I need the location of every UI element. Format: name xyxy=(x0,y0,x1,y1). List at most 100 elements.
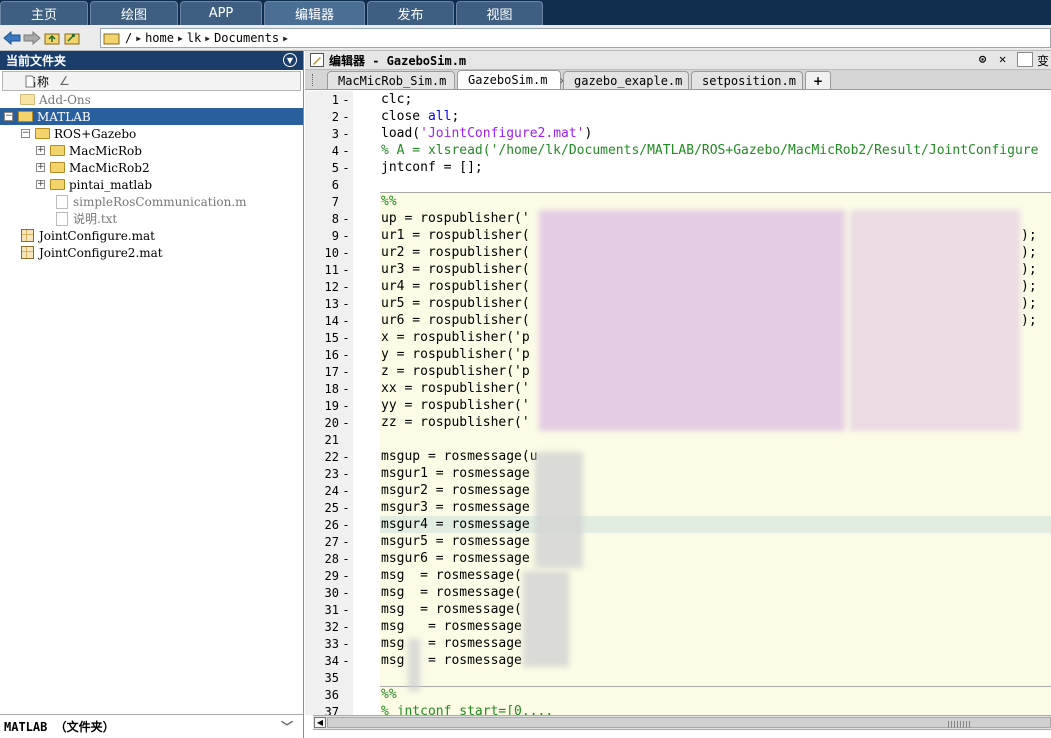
breakpoint-marker[interactable]: - xyxy=(341,348,351,362)
breakpoint-marker[interactable]: - xyxy=(341,484,351,498)
code-line[interactable]: 5- jntconf = []; xyxy=(305,159,1051,176)
editor-tab-macmicrob-sim[interactable]: MacMicRob_Sim.m✕ xyxy=(327,71,465,89)
tree-item-ros-gazebo[interactable]: − ROS+Gazebo xyxy=(0,125,303,142)
code-line[interactable]: 22- msgup = rosmessage(u xyxy=(305,448,1051,465)
breakpoint-marker[interactable]: - xyxy=(341,552,351,566)
breakpoint-marker[interactable]: - xyxy=(341,297,351,311)
tree-item-pintai-matlab[interactable]: + pintai_matlab xyxy=(0,176,303,193)
tree-item-add-ons[interactable]: Add-Ons xyxy=(0,91,303,108)
code-line[interactable]: 29- msg = rosmessage( xyxy=(305,567,1051,584)
breakpoint-marker[interactable]: - xyxy=(341,467,351,481)
breakpoint-marker[interactable]: - xyxy=(341,535,351,549)
details-footer[interactable]: MATLAB （文件夹） ﹀ xyxy=(0,714,303,738)
path-segment-lk[interactable]: lk xyxy=(187,31,201,45)
breakpoint-marker[interactable]: - xyxy=(341,637,351,651)
code-line[interactable]: 30- msg = rosmessage( xyxy=(305,584,1051,601)
breakpoint-marker[interactable]: - xyxy=(341,331,351,345)
tab-publish[interactable]: 发布 xyxy=(367,1,454,25)
code-line[interactable]: 23- msgur1 = rosmessage xyxy=(305,465,1051,482)
breakpoint-marker[interactable]: - xyxy=(341,110,351,124)
tree-item-simpleroscommunication[interactable]: simpleRosCommunication.m xyxy=(0,193,303,210)
variables-tab-label[interactable]: 变 xyxy=(1037,52,1049,69)
up-folder-icon[interactable] xyxy=(42,28,62,48)
close-icon[interactable]: ✕ xyxy=(999,52,1006,66)
tab-apps[interactable]: APP xyxy=(180,1,262,25)
tab-home[interactable]: 主页 xyxy=(0,1,88,25)
breakpoint-marker[interactable]: - xyxy=(341,399,351,413)
breakpoint-marker[interactable]: - xyxy=(341,416,351,430)
forward-arrow-icon[interactable] xyxy=(22,28,42,48)
code-line[interactable]: 31- msg = rosmessage( xyxy=(305,601,1051,618)
scroll-left-icon[interactable]: ◀ xyxy=(314,717,326,728)
breakpoint-marker[interactable]: - xyxy=(341,654,351,668)
scroll-thumb[interactable] xyxy=(327,717,1051,728)
breakpoint-marker[interactable]: - xyxy=(341,280,351,294)
breakpoint-marker[interactable]: - xyxy=(341,246,351,260)
path-segment-root[interactable]: / xyxy=(125,31,132,45)
code-line[interactable]: 26- msgur4 = rosmessage xyxy=(305,516,1051,533)
horizontal-scrollbar[interactable]: ◀ xyxy=(313,715,1051,730)
add-tab-button[interactable]: + xyxy=(805,71,831,89)
collapse-icon[interactable]: − xyxy=(4,112,13,121)
tree-item-readme-txt[interactable]: 说明.txt xyxy=(0,210,303,227)
tab-plots[interactable]: 绘图 xyxy=(90,1,178,25)
breakpoint-marker[interactable]: - xyxy=(341,93,351,107)
tab-view[interactable]: 视图 xyxy=(456,1,543,25)
code-area[interactable]: 1- clc; 2- close all; 3- load('JointConfigure… xyxy=(305,91,1051,715)
breakpoint-marker[interactable]: - xyxy=(341,314,351,328)
code-line[interactable]: 21 xyxy=(305,431,1051,448)
code-line[interactable]: 27- msgur5 = rosmessage xyxy=(305,533,1051,550)
editor-tab-gazebo-exaple[interactable]: gazebo_exaple.m✕ xyxy=(563,71,701,89)
breakpoint-marker[interactable]: - xyxy=(341,620,351,634)
editor-tab-gazebosim[interactable]: GazeboSim.m✕ xyxy=(457,70,566,89)
breakpoint-marker[interactable]: - xyxy=(341,127,351,141)
code-line[interactable]: 28- msgur6 = rosmessage xyxy=(305,550,1051,567)
tab-editor[interactable]: 编辑器 xyxy=(264,1,365,25)
expand-icon[interactable]: + xyxy=(36,146,45,155)
breakpoint-marker[interactable]: - xyxy=(341,518,351,532)
breakpoint-marker[interactable]: - xyxy=(341,144,351,158)
code-line[interactable]: 24- msgur2 = rosmessage xyxy=(305,482,1051,499)
code-line[interactable]: 37 % jntconf_start=[0,... xyxy=(305,703,1051,715)
code-token: msgur2 = rosmessage xyxy=(381,483,530,498)
tree-item-macmicrob2[interactable]: + MacMicRob2 xyxy=(0,159,303,176)
code-line[interactable]: 4- % A = xlsread('/home/lk/Documents/MATL… xyxy=(305,142,1051,159)
code-line[interactable]: 1- clc; xyxy=(305,91,1051,108)
breakpoint-marker[interactable]: - xyxy=(341,365,351,379)
collapse-icon[interactable]: − xyxy=(21,129,30,138)
breakpoint-marker[interactable]: - xyxy=(341,229,351,243)
panel-menu-icon[interactable]: ▼ xyxy=(283,53,297,67)
code-line[interactable]: 2- close all; xyxy=(305,108,1051,125)
breakpoint-marker[interactable]: - xyxy=(341,161,351,175)
name-column-header[interactable]: 名称 ∠ xyxy=(2,71,301,91)
expand-icon[interactable]: + xyxy=(36,180,45,189)
chevron-down-icon[interactable]: ﹀ xyxy=(281,718,293,735)
breakpoint-marker[interactable]: - xyxy=(341,382,351,396)
tree-item-jointconfigure-mat[interactable]: JointConfigure.mat xyxy=(0,227,303,244)
drag-grip-icon[interactable] xyxy=(312,74,315,86)
code-line[interactable]: 7%% xyxy=(305,193,1051,210)
code-line[interactable]: 32- msg = rosmessage xyxy=(305,618,1051,635)
breakpoint-marker[interactable]: - xyxy=(341,212,351,226)
breakpoint-marker[interactable]: - xyxy=(341,450,351,464)
code-line[interactable]: 25- msgur3 = rosmessage xyxy=(305,499,1051,516)
code-line[interactable]: 3- load('JointConfigure2.mat') xyxy=(305,125,1051,142)
expand-icon[interactable]: + xyxy=(36,163,45,172)
tree-item-jointconfigure2-mat[interactable]: JointConfigure2.mat xyxy=(0,244,303,261)
tree-item-matlab[interactable]: − MATLAB xyxy=(0,108,303,125)
path-segment-documents[interactable]: Documents xyxy=(214,31,279,45)
tree-item-macmicrob[interactable]: + MacMicRob xyxy=(0,142,303,159)
editor-menu-icon[interactable]: ⊙ xyxy=(979,52,986,66)
code-line[interactable]: 6 xyxy=(305,176,1051,193)
breakpoint-marker[interactable]: - xyxy=(341,263,351,277)
browse-folder-icon[interactable] xyxy=(62,28,82,48)
address-path[interactable]: / ▶ home ▶ lk ▶ Documents ▶ xyxy=(100,28,1051,48)
back-arrow-icon[interactable] xyxy=(2,28,22,48)
breakpoint-marker[interactable]: - xyxy=(341,501,351,515)
breakpoint-marker[interactable]: - xyxy=(341,603,351,617)
editor-tab-setposition[interactable]: setposition.m✕ xyxy=(691,71,815,89)
breakpoint-marker[interactable]: - xyxy=(341,586,351,600)
variables-icon[interactable] xyxy=(1017,52,1033,67)
breakpoint-marker[interactable]: - xyxy=(341,569,351,583)
path-segment-home[interactable]: home xyxy=(145,31,174,45)
